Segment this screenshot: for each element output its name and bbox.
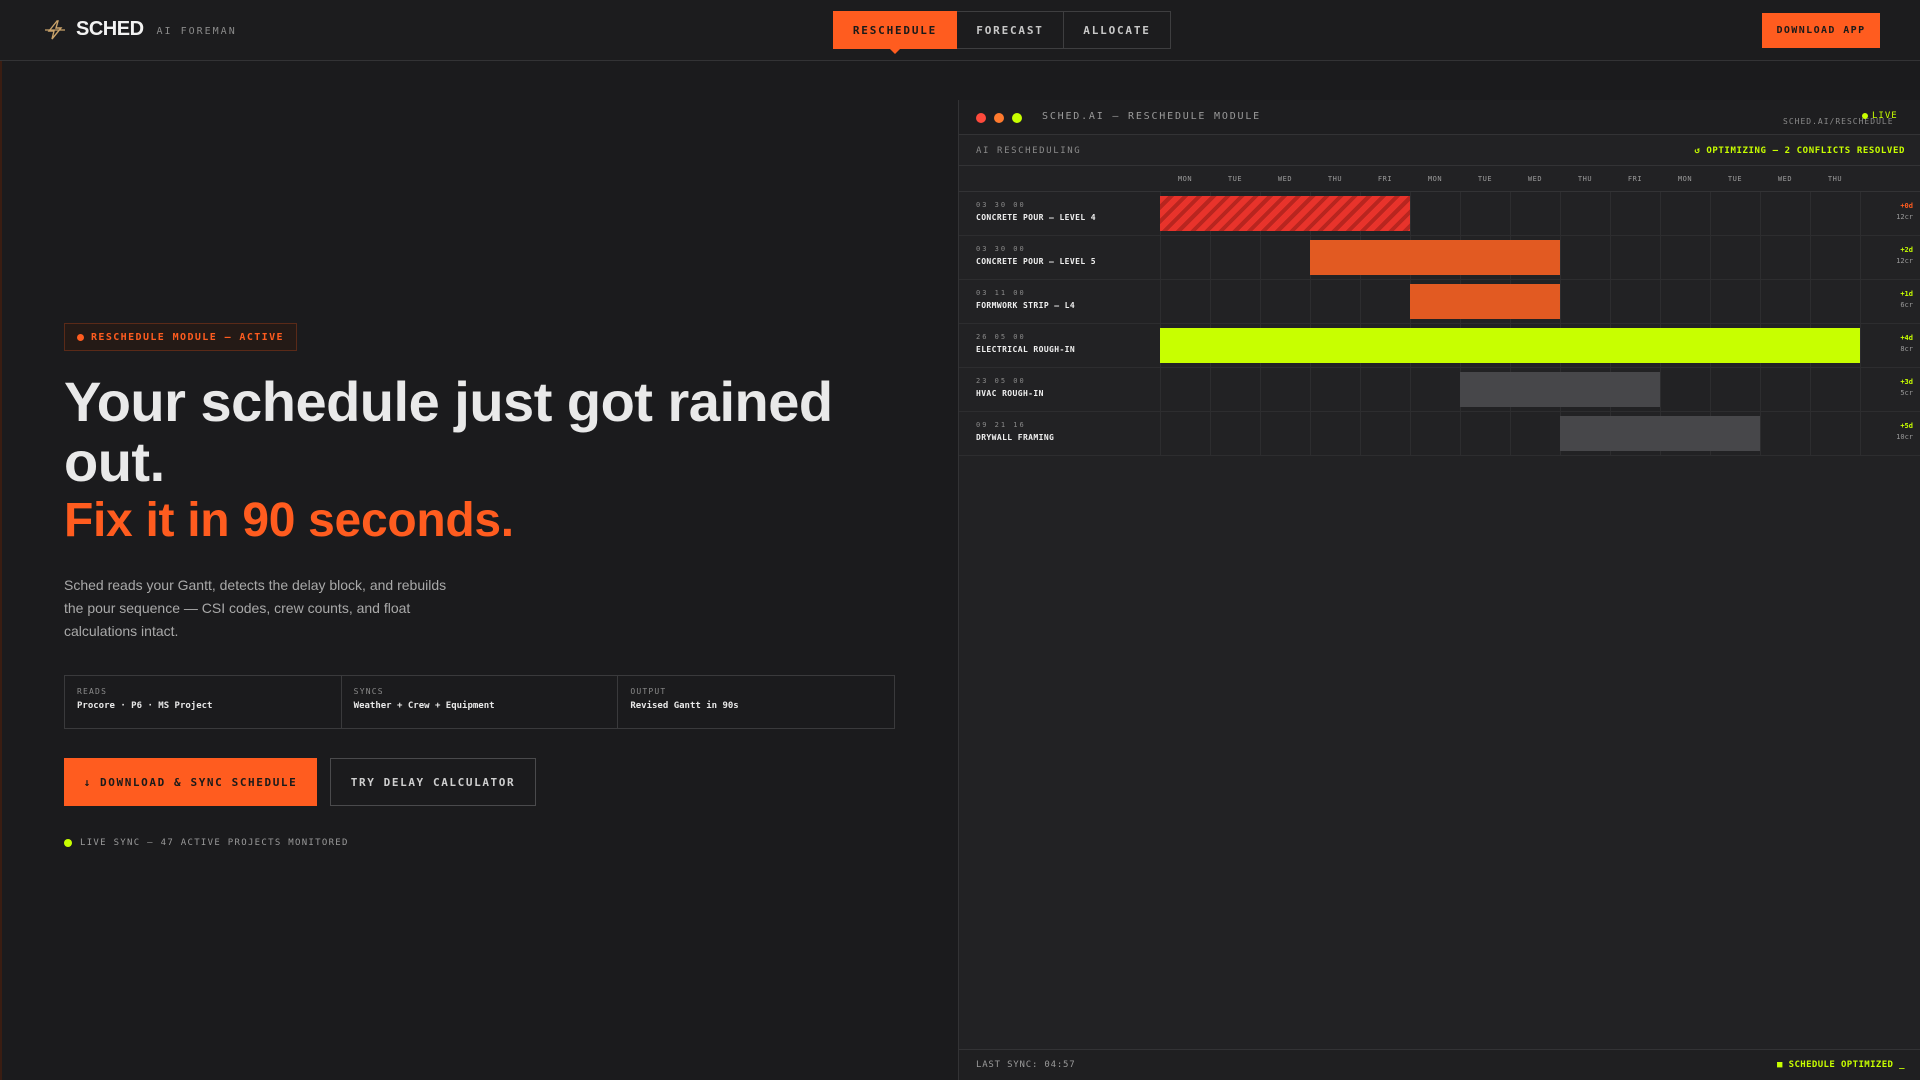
day-label: TUE: [1227, 175, 1243, 183]
task-row[interactable]: 23 05 00 HVAC ROUGH-IN +3d 5cr: [959, 368, 1920, 412]
day-label: THU: [1577, 175, 1593, 183]
day-label: WED: [1277, 175, 1293, 183]
live-sync-label: LIVE SYNC — 47 ACTIVE PROJECTS MONITORED: [80, 838, 349, 848]
live-status: LIVE: [1862, 111, 1898, 121]
task-csi-code: 03 30 00: [976, 245, 1026, 253]
brand[interactable]: SCHED AI FOREMAN: [44, 18, 237, 41]
task-crew-count: 10cr: [1896, 433, 1913, 441]
live-label: LIVE: [1872, 111, 1898, 121]
section-label: AI RESCHEDULING: [976, 146, 1082, 156]
spec-reads: READS Procore · P6 · MS Project: [65, 676, 342, 728]
task-delta: +5d: [1900, 422, 1913, 430]
task-delta: +4d: [1900, 334, 1913, 342]
day-label: TUE: [1477, 175, 1493, 183]
spec-value: Revised Gantt in 90s: [630, 701, 739, 711]
rescheduling-header: AI RESCHEDULING ↺ OPTIMIZING — 2 CONFLIC…: [959, 135, 1920, 166]
download-app-button[interactable]: DOWNLOAD APP: [1762, 13, 1880, 48]
task-bar[interactable]: [1160, 328, 1860, 363]
schedule-status: ■ SCHEDULE OPTIMIZED _: [1776, 1060, 1905, 1070]
brand-name: SCHED: [76, 18, 144, 40]
task-crew-count: 8cr: [1900, 345, 1913, 353]
task-row[interactable]: 03 11 00 FORMWORK STRIP — L4 +1d 6cr: [959, 280, 1920, 324]
tab-allocate[interactable]: ALLOCATE: [1064, 11, 1171, 49]
spec-output: OUTPUT Revised Gantt in 90s: [618, 676, 894, 728]
task-bar[interactable]: [1410, 284, 1560, 319]
spec-label: OUTPUT: [630, 687, 667, 696]
task-name: FORMWORK STRIP — L4: [976, 301, 1076, 310]
task-csi-code: 03 11 00: [976, 289, 1026, 297]
hero-description: Sched reads your Gantt, detects the dela…: [64, 577, 447, 639]
task-row[interactable]: 26 05 00 ELECTRICAL ROUGH-IN +4d 8cr: [959, 324, 1920, 368]
status-dot-icon: [77, 333, 84, 341]
download-sync-button[interactable]: ↓ DOWNLOAD & SYNC SCHEDULE: [64, 758, 317, 806]
task-name: CONCRETE POUR — LEVEL 4: [976, 213, 1096, 222]
task-row[interactable]: 09 21 16 DRYWALL FRAMING +5d 10cr: [959, 412, 1920, 456]
task-bar[interactable]: [1460, 372, 1660, 407]
task-delta: +1d: [1900, 290, 1913, 298]
task-crew-count: 6cr: [1900, 301, 1913, 309]
page-edge-accent: [0, 61, 2, 1080]
top-navigation: SCHED AI FOREMAN RESCHEDULE FORECAST ALL…: [0, 0, 1920, 61]
live-dot-icon: [64, 839, 72, 847]
window-title: SCHED.AI — RESCHEDULE MODULE: [1042, 111, 1261, 122]
timeline-days-header: MON TUE WED THU FRI MON TUE WED THU FRI MON TUE WED T…: [959, 166, 1920, 192]
module-badge-label: RESCHEDULE MODULE — ACTIVE: [91, 331, 284, 343]
task-bar[interactable]: [1560, 416, 1760, 451]
day-label: THU: [1827, 175, 1843, 183]
tab-forecast[interactable]: FORECAST: [957, 11, 1064, 49]
task-name: HVAC ROUGH-IN: [976, 389, 1044, 398]
window-footer: LAST SYNC: 04:57 ■ SCHEDULE OPTIMIZED _: [959, 1049, 1920, 1080]
day-label: WED: [1777, 175, 1793, 183]
delay-calculator-button[interactable]: TRY DELAY CALCULATOR: [330, 758, 536, 806]
spec-label: READS: [77, 687, 108, 696]
spec-value: Procore · P6 · MS Project: [77, 701, 213, 711]
day-label: TUE: [1727, 175, 1743, 183]
gantt-chart: 03 30 00 CONCRETE POUR — LEVEL 4 +0d 12cr 03…: [959, 192, 1920, 456]
spec-value: Weather + Crew + Equipment: [353, 701, 495, 711]
task-delta: +3d: [1900, 378, 1913, 386]
maximize-window-icon[interactable]: [1012, 113, 1022, 123]
task-delta: +2d: [1900, 246, 1913, 254]
tab-reschedule[interactable]: RESCHEDULE: [833, 11, 957, 54]
task-row[interactable]: 03 30 00 CONCRETE POUR — LEVEL 5 +2d 12cr: [959, 236, 1920, 280]
day-label: THU: [1327, 175, 1343, 183]
day-label: MON: [1677, 175, 1693, 183]
task-crew-count: 5cr: [1900, 389, 1913, 397]
task-name: CONCRETE POUR — LEVEL 5: [976, 257, 1096, 266]
task-csi-code: 23 05 00: [976, 377, 1026, 385]
module-tabs: RESCHEDULE FORECAST ALLOCATE: [833, 11, 1171, 54]
day-label: MON: [1427, 175, 1443, 183]
task-row[interactable]: 03 30 00 CONCRETE POUR — LEVEL 4 +0d 12cr: [959, 192, 1920, 236]
brand-subtitle: AI FOREMAN: [156, 25, 237, 37]
task-crew-count: 12cr: [1896, 213, 1913, 221]
spec-syncs: SYNCS Weather + Crew + Equipment: [342, 676, 619, 728]
day-label: WED: [1527, 175, 1543, 183]
live-dot-icon: [1862, 113, 1868, 119]
hero-accent-headline: Fix it in 90 seconds.: [64, 494, 514, 547]
task-delta: +0d: [1900, 202, 1913, 210]
task-csi-code: 26 05 00: [976, 333, 1026, 341]
day-label: FRI: [1627, 175, 1643, 183]
task-name: DRYWALL FRAMING: [976, 433, 1055, 442]
hero-headline: Your schedule just got rained out.: [64, 370, 833, 493]
delay-block-bar[interactable]: [1160, 196, 1410, 231]
day-label: MON: [1177, 175, 1193, 183]
minimize-window-icon[interactable]: [994, 113, 1004, 123]
task-csi-code: 09 21 16: [976, 421, 1026, 429]
reschedule-app-window: SCHED.AI — RESCHEDULE MODULE SCHED.AI/RE…: [958, 100, 1920, 1080]
module-status-badge: RESCHEDULE MODULE — ACTIVE: [64, 323, 297, 351]
task-crew-count: 12cr: [1896, 257, 1913, 265]
task-bar[interactable]: [1310, 240, 1560, 275]
spec-label: SYNCS: [353, 687, 384, 696]
task-name: ELECTRICAL ROUGH-IN: [976, 345, 1076, 354]
close-window-icon[interactable]: [976, 113, 986, 123]
day-label: FRI: [1377, 175, 1393, 183]
window-titlebar: SCHED.AI — RESCHEDULE MODULE SCHED.AI/RE…: [959, 100, 1920, 135]
lightning-bolt-icon: [45, 19, 65, 39]
optimizing-status: ↺ OPTIMIZING — 2 CONFLICTS RESOLVED: [1694, 146, 1905, 156]
task-csi-code: 03 30 00: [976, 201, 1026, 209]
live-sync-indicator: LIVE SYNC — 47 ACTIVE PROJECTS MONITORED: [64, 838, 349, 848]
last-sync-time: LAST SYNC: 04:57: [976, 1060, 1076, 1070]
integration-specs: READS Procore · P6 · MS Project SYNCS We…: [64, 675, 895, 729]
